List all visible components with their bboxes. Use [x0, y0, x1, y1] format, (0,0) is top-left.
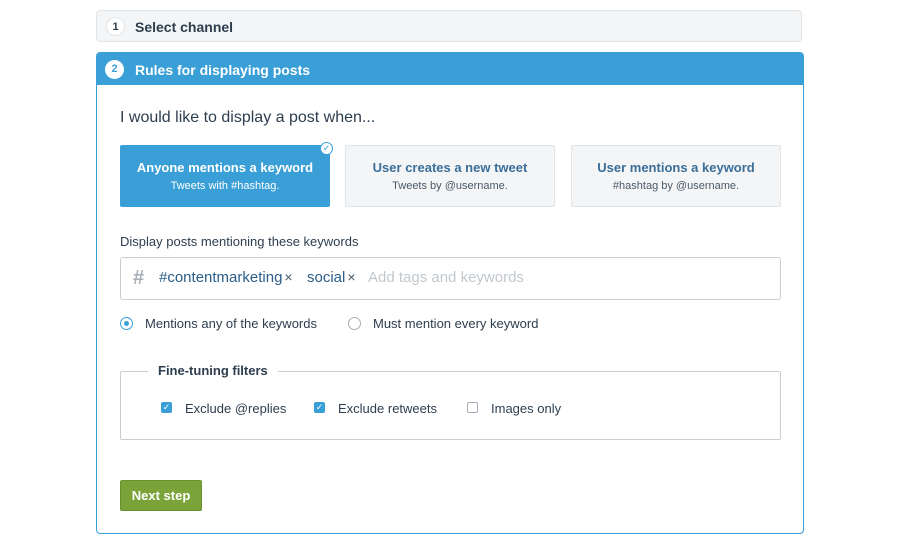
- keyword-tag-text: social: [307, 269, 346, 286]
- option-subtitle: Tweets with #hashtag.: [170, 180, 280, 192]
- option-subtitle: Tweets by @username.: [392, 180, 508, 192]
- option-user-creates-tweet[interactable]: User creates a new tweet Tweets by @user…: [345, 145, 555, 207]
- fine-tuning-filters: Fine-tuning filters ✓ Exclude @replies ✓…: [120, 363, 781, 440]
- remove-tag-icon[interactable]: ×: [347, 269, 355, 285]
- step-2-title: Rules for displaying posts: [135, 62, 311, 78]
- checkbox-label: Exclude retweets: [338, 401, 437, 416]
- checkbox-checked[interactable]: ✓: [161, 402, 172, 413]
- step-1-title: Select channel: [135, 19, 234, 35]
- filters-legend: Fine-tuning filters: [148, 363, 278, 378]
- remove-tag-icon[interactable]: ×: [284, 269, 292, 285]
- radio-button-unchecked[interactable]: [348, 317, 361, 330]
- step-2-number: 2: [105, 60, 124, 79]
- keywords-input[interactable]: # #contentmarketing × social × Add tags an…: [120, 257, 781, 300]
- checkbox-label: Exclude @replies: [185, 401, 287, 416]
- option-user-mentions-keyword[interactable]: User mentions a keyword #hashtag by @use…: [571, 145, 781, 207]
- option-anyone-mentions-keyword[interactable]: Anyone mentions a keyword Tweets with #h…: [120, 142, 333, 207]
- keyword-tag-text: #contentmarketing: [159, 269, 283, 286]
- keyword-tag: social ×: [307, 269, 356, 286]
- option-title: User mentions a keyword: [597, 160, 755, 175]
- keywords-placeholder[interactable]: Add tags and keywords: [368, 269, 524, 286]
- hashtag-icon: #: [133, 267, 145, 289]
- next-step-button[interactable]: Next step: [120, 480, 202, 511]
- step-1-number: 1: [106, 17, 125, 36]
- selected-check-icon: ✓: [320, 142, 333, 155]
- checkbox-label: Images only: [491, 401, 562, 416]
- checkbox-checked[interactable]: ✓: [314, 402, 325, 413]
- radio-label: Mentions any of the keywords: [145, 316, 317, 331]
- intro-text: I would like to display a post when...: [120, 109, 376, 126]
- keywords-label: Display posts mentioning these keywords: [120, 234, 359, 249]
- radio-label: Must mention every keyword: [373, 316, 539, 331]
- radio-button-checked[interactable]: [120, 317, 133, 330]
- option-title: User creates a new tweet: [372, 160, 528, 175]
- checkbox-unchecked[interactable]: [467, 402, 478, 413]
- step-2-rules-panel: 2 Rules for displaying posts I would lik…: [96, 52, 804, 534]
- step-2-header: 2 Rules for displaying posts: [97, 53, 803, 85]
- step-1-select-channel[interactable]: 1 Select channel: [96, 10, 802, 42]
- keyword-tag: #contentmarketing ×: [159, 269, 293, 286]
- option-title: Anyone mentions a keyword: [136, 160, 314, 175]
- option-subtitle: #hashtag by @username.: [612, 180, 740, 192]
